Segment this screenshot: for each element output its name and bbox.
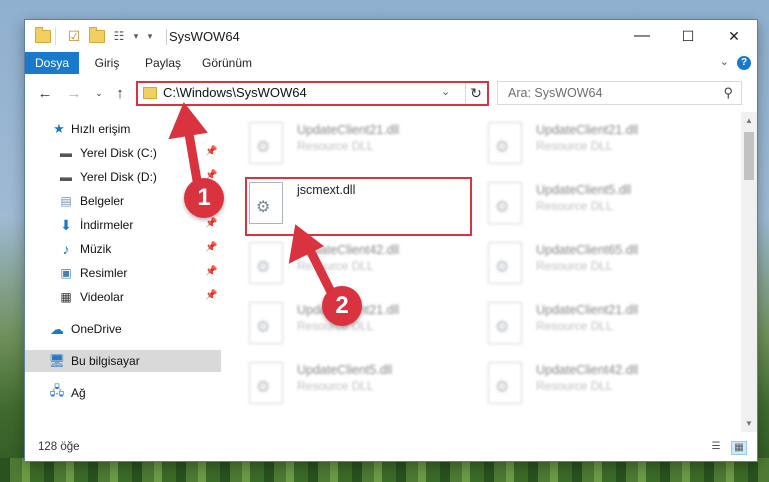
step-1-badge: 1 bbox=[184, 178, 224, 218]
annotation-arrows bbox=[168, 102, 340, 305]
arrow-1-head bbox=[168, 102, 208, 140]
step-2-badge: 2 bbox=[322, 286, 362, 326]
